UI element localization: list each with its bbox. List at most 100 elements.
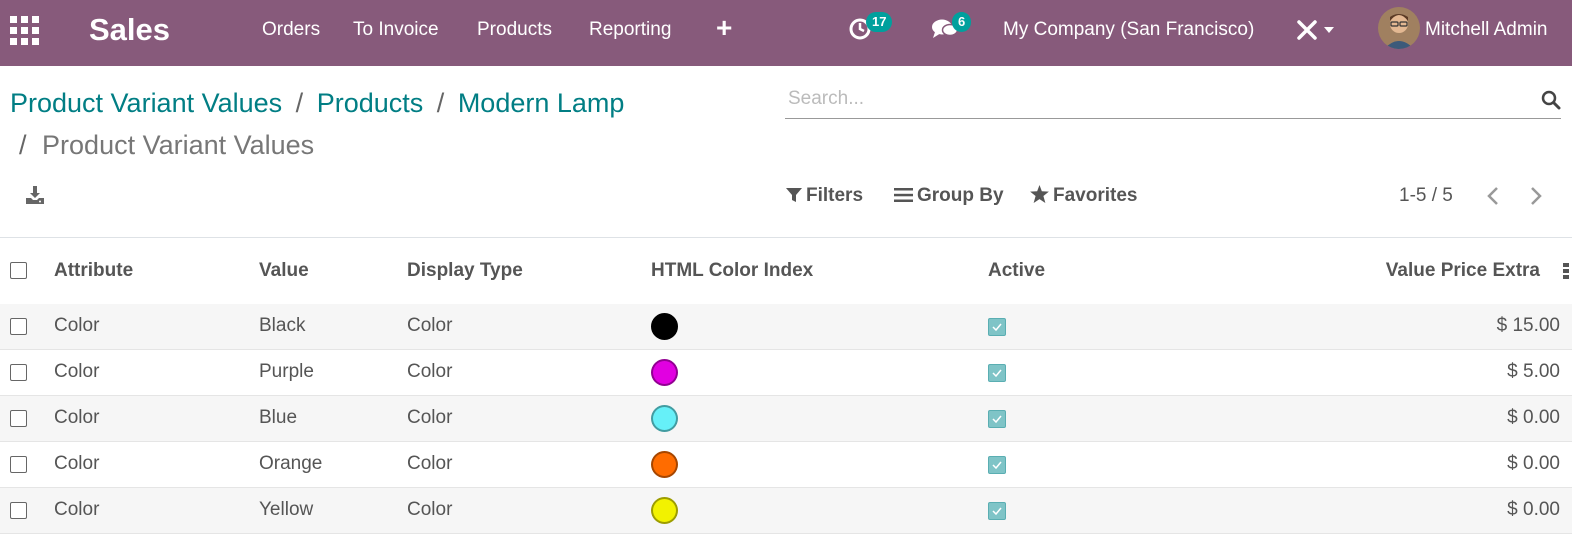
- chevron-right-icon: [1531, 187, 1542, 205]
- row-select-checkbox[interactable]: [10, 318, 27, 335]
- color-swatch: [651, 497, 678, 524]
- top-navbar: Sales Orders To Invoice Products Reporti…: [0, 0, 1572, 66]
- pager-value[interactable]: 1-5 / 5: [1399, 184, 1453, 208]
- cell-attribute: Color: [54, 407, 100, 428]
- check-icon: [992, 461, 1002, 470]
- pager-next-button[interactable]: [1529, 186, 1543, 211]
- menu-products[interactable]: Products: [477, 18, 552, 42]
- active-checkbox: [988, 502, 1006, 520]
- search-bar: [785, 84, 1561, 119]
- table-row[interactable]: Color Orange Color $ 0.00: [0, 442, 1572, 488]
- cell-display-type: Color: [407, 453, 453, 474]
- download-icon: [26, 186, 44, 204]
- table-row[interactable]: Color Yellow Color $ 0.00: [0, 488, 1572, 534]
- search-input[interactable]: [785, 84, 1531, 114]
- breadcrumb: Product Variant Values / Products / Mode…: [10, 87, 624, 119]
- tools-icon: [1297, 20, 1334, 40]
- breadcrumb-separator: /: [436, 88, 445, 118]
- breadcrumb-current: Product Variant Values: [42, 130, 315, 160]
- table-header: Attribute Value Display Type HTML Color …: [0, 238, 1572, 304]
- active-checkbox: [988, 456, 1006, 474]
- column-attribute[interactable]: Attribute: [54, 258, 133, 284]
- filters-button[interactable]: Filters: [786, 184, 863, 208]
- chevron-left-icon: [1487, 187, 1498, 205]
- debug-tools-button[interactable]: [1296, 19, 1336, 41]
- filter-icon: [786, 188, 802, 202]
- check-icon: [992, 369, 1002, 378]
- menu-to-invoice[interactable]: To Invoice: [353, 18, 439, 42]
- favorites-button[interactable]: Favorites: [1030, 184, 1137, 208]
- breadcrumb-products[interactable]: Products: [317, 88, 424, 118]
- table-row[interactable]: Color Black Color $ 15.00: [0, 304, 1572, 350]
- quick-create-plus-icon[interactable]: +: [716, 12, 732, 44]
- cell-display-type: Color: [407, 315, 453, 336]
- cell-value: Yellow: [259, 499, 314, 520]
- cell-attribute: Color: [54, 361, 100, 382]
- app-title[interactable]: Sales: [89, 12, 170, 48]
- messages-count-badge: 6: [952, 12, 972, 32]
- check-icon: [992, 323, 1002, 332]
- row-select-checkbox[interactable]: [10, 502, 27, 519]
- column-active[interactable]: Active: [988, 258, 1045, 284]
- caret-down-icon: [1324, 27, 1334, 33]
- optional-columns-icon[interactable]: [1563, 263, 1569, 284]
- column-value-price-extra[interactable]: Value Price Extra: [1386, 258, 1540, 284]
- company-switcher[interactable]: My Company (San Francisco): [1003, 18, 1254, 42]
- cell-attribute: Color: [54, 499, 100, 520]
- row-select-checkbox[interactable]: [10, 410, 27, 427]
- list-icon: [894, 188, 913, 202]
- filters-label: Filters: [806, 185, 864, 206]
- user-menu[interactable]: Mitchell Admin: [1425, 18, 1548, 42]
- menu-reporting[interactable]: Reporting: [589, 18, 671, 42]
- breadcrumb-separator: /: [19, 130, 27, 160]
- breadcrumb-current-line: / Product Variant Values: [19, 129, 314, 161]
- cell-display-type: Color: [407, 499, 453, 520]
- cell-value: Purple: [259, 361, 314, 382]
- star-icon: [1030, 185, 1049, 203]
- color-swatch: [651, 313, 678, 340]
- breadcrumb-modern-lamp[interactable]: Modern Lamp: [458, 88, 625, 118]
- search-icon[interactable]: [1541, 90, 1561, 110]
- cell-display-type: Color: [407, 361, 453, 382]
- export-button[interactable]: [25, 185, 45, 210]
- cell-price-extra: $ 0.00: [1507, 453, 1560, 474]
- column-html-color-index[interactable]: HTML Color Index: [651, 258, 813, 284]
- cell-price-extra: $ 0.00: [1507, 407, 1560, 428]
- group-by-label: Group By: [917, 185, 1004, 206]
- check-icon: [992, 415, 1002, 424]
- cell-price-extra: $ 5.00: [1507, 361, 1560, 382]
- menu-orders[interactable]: Orders: [262, 18, 320, 42]
- check-icon: [992, 507, 1002, 516]
- cell-attribute: Color: [54, 315, 100, 336]
- breadcrumb-product-variant-values[interactable]: Product Variant Values: [10, 88, 282, 118]
- color-swatch: [651, 451, 678, 478]
- user-avatar[interactable]: [1378, 7, 1420, 49]
- cell-attribute: Color: [54, 453, 100, 474]
- favorites-label: Favorites: [1053, 185, 1138, 206]
- row-select-checkbox[interactable]: [10, 456, 27, 473]
- row-select-checkbox[interactable]: [10, 364, 27, 381]
- app-grid-icon[interactable]: [10, 16, 39, 45]
- cell-value: Black: [259, 315, 306, 336]
- activities-count-badge: 17: [866, 12, 893, 32]
- group-by-button[interactable]: Group By: [894, 184, 1004, 208]
- active-checkbox: [988, 410, 1006, 428]
- pager-previous-button[interactable]: [1486, 186, 1500, 211]
- cell-display-type: Color: [407, 407, 453, 428]
- table-body: Color Black Color $ 15.00 Color Purple C…: [0, 304, 1572, 534]
- table-row[interactable]: Color Purple Color $ 5.00: [0, 350, 1572, 396]
- column-display-type[interactable]: Display Type: [407, 258, 523, 284]
- breadcrumb-separator: /: [295, 88, 304, 118]
- active-checkbox: [988, 364, 1006, 382]
- color-swatch: [651, 359, 678, 386]
- column-value[interactable]: Value: [259, 258, 309, 284]
- cell-price-extra: $ 15.00: [1496, 315, 1560, 336]
- color-swatch: [651, 405, 678, 432]
- cell-price-extra: $ 0.00: [1507, 499, 1560, 520]
- cell-value: Blue: [259, 407, 298, 428]
- select-all-checkbox[interactable]: [10, 262, 27, 279]
- active-checkbox: [988, 318, 1006, 336]
- variant-values-table: Attribute Value Display Type HTML Color …: [0, 237, 1572, 534]
- table-row[interactable]: Color Blue Color $ 0.00: [0, 396, 1572, 442]
- cell-value: Orange: [259, 453, 323, 474]
